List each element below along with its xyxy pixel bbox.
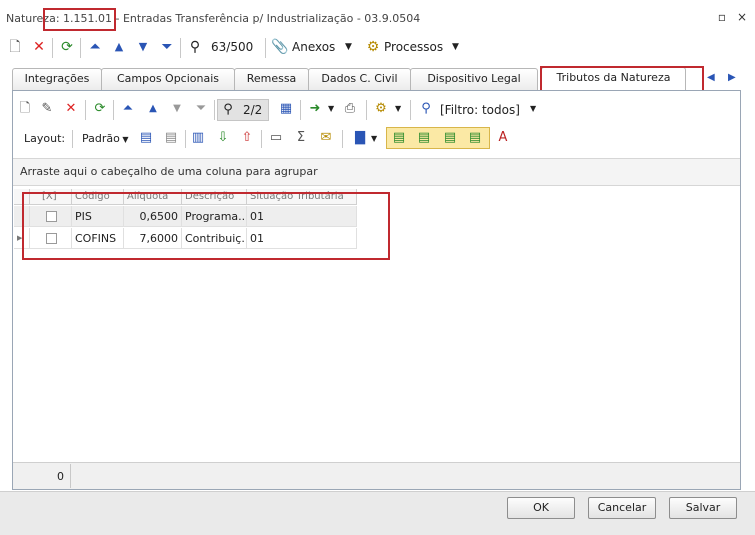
processos-button[interactable]: Processos [384, 40, 443, 54]
note-icon[interactable]: ✉ [317, 129, 335, 147]
toolbar-separator [265, 38, 266, 58]
tab-remessa[interactable]: Remessa [234, 68, 309, 90]
paperclip-icon[interactable]: 📎 [271, 38, 289, 56]
chevron-down-icon: ▼ [119, 135, 129, 144]
toolbar-separator [261, 130, 262, 148]
refresh-icon[interactable]: ⟳ [91, 100, 109, 118]
toolbar-separator [180, 38, 181, 58]
tab-label: Dispositivo Legal [427, 72, 521, 85]
gears-dropdown-icon[interactable]: ▼ [395, 104, 401, 113]
tributos-rows-highlight [22, 192, 390, 260]
footer-separator [70, 464, 71, 488]
last-record-icon[interactable]: ⏷ [158, 38, 176, 56]
record-counter: 63/500 [211, 40, 254, 54]
tab-label: Campos Opcionais [116, 72, 220, 85]
toolbar-separator [72, 130, 73, 148]
layout-label: Layout: [24, 132, 66, 145]
grid-view-icon[interactable]: ▦ [277, 100, 295, 118]
export-dropdown-icon[interactable]: ▼ [328, 104, 334, 113]
tab-label: Dados C. Civil [321, 72, 398, 85]
next-record-icon[interactable]: ▼ [134, 38, 152, 56]
chart-icon[interactable]: ▇ [351, 129, 369, 147]
tab-content-panel [12, 90, 741, 490]
sum-icon[interactable]: Σ [292, 129, 310, 147]
view-option-1-icon[interactable]: ▤ [390, 129, 408, 147]
natureza-code-highlight [43, 8, 116, 31]
chart-dropdown-icon[interactable]: ▼ [371, 134, 377, 143]
export-icon[interactable]: ➜ [306, 100, 324, 118]
filter-dropdown-icon[interactable]: ▼ [530, 104, 536, 113]
view-option-4-icon[interactable]: ▤ [466, 129, 484, 147]
view-option-2-icon[interactable]: ▤ [415, 129, 433, 147]
filter-icon[interactable]: ⚲ [417, 100, 435, 118]
toolbar-separator [410, 100, 411, 120]
toolbar-separator [80, 38, 81, 58]
layout-dropdown[interactable]: Padrão ▼ [82, 132, 129, 145]
binoculars-icon[interactable]: ⚲ [219, 101, 237, 119]
refresh-icon[interactable]: ⟳ [58, 38, 76, 56]
tab-scroll-left-icon[interactable]: ◀ [707, 72, 715, 83]
form-icon[interactable]: ▭ [267, 129, 285, 147]
first-record-icon[interactable]: ⏶ [119, 100, 137, 118]
tab-dispositivo-legal[interactable]: Dispositivo Legal [410, 68, 538, 90]
delete-icon[interactable]: ✕ [30, 38, 48, 56]
inner-record-counter: 2/2 [243, 103, 263, 117]
tab-label: Remessa [246, 72, 297, 85]
processos-dropdown-icon[interactable]: ▼ [452, 42, 459, 52]
toolbar-separator [214, 100, 215, 120]
cancel-button[interactable]: Cancelar [588, 497, 656, 519]
font-icon[interactable]: A [494, 129, 512, 147]
first-record-icon[interactable]: ⏶ [86, 38, 104, 56]
import-icon[interactable]: ⇩ [214, 129, 232, 147]
binoculars-icon[interactable]: ⚲ [186, 38, 204, 56]
toolbar-separator [113, 100, 114, 120]
delete-layout-icon[interactable]: ▤ [162, 129, 180, 147]
grid-footer [13, 462, 740, 489]
save-layout-icon[interactable]: ▤ [137, 129, 155, 147]
footer-count: 0 [57, 470, 64, 483]
toolbar-separator [342, 130, 343, 148]
new-icon[interactable]: 🗋 [16, 100, 34, 118]
toolbar-separator [366, 100, 367, 120]
tab-label: Integrações [24, 72, 90, 85]
toolbar-separator [52, 38, 53, 58]
tab-dados-c-civil[interactable]: Dados C. Civil [308, 68, 411, 90]
previous-record-icon[interactable]: ▲ [110, 38, 128, 56]
ok-button[interactable]: OK [507, 497, 575, 519]
save-button[interactable]: Salvar [669, 497, 737, 519]
toolbar-separator [85, 100, 86, 120]
columns-icon[interactable]: ▥ [189, 129, 207, 147]
next-record-icon[interactable]: ▼ [168, 100, 186, 118]
previous-record-icon[interactable]: ▲ [144, 100, 162, 118]
group-by-hint: Arraste aqui o cabeçalho de uma coluna p… [20, 165, 318, 178]
gears-icon[interactable]: ⚙ [372, 100, 390, 118]
upload-icon[interactable]: ⇧ [238, 129, 256, 147]
delete-icon[interactable]: ✕ [62, 100, 80, 118]
tab-scroll-right-icon[interactable]: ▶ [728, 72, 736, 83]
toolbar-separator [185, 130, 186, 148]
toolbar-separator [300, 100, 301, 120]
anexos-button[interactable]: Anexos [292, 40, 335, 54]
view-option-3-icon[interactable]: ▤ [441, 129, 459, 147]
layout-value: Padrão [82, 132, 120, 145]
new-icon[interactable]: 🗋 [6, 38, 24, 56]
close-icon[interactable]: × [735, 10, 749, 24]
tab-integracoes[interactable]: Integrações [12, 68, 102, 90]
restore-icon[interactable]: ▫ [715, 10, 729, 24]
anexos-dropdown-icon[interactable]: ▼ [345, 42, 352, 52]
tab-campos-opcionais[interactable]: Campos Opcionais [101, 68, 235, 90]
last-record-icon[interactable]: ⏷ [192, 100, 210, 118]
filter-label[interactable]: [Filtro: todos] [440, 103, 520, 117]
gears-icon[interactable]: ⚙ [364, 38, 382, 56]
print-icon[interactable]: ⎙ [341, 100, 359, 118]
edit-icon[interactable]: ✎ [38, 100, 56, 118]
